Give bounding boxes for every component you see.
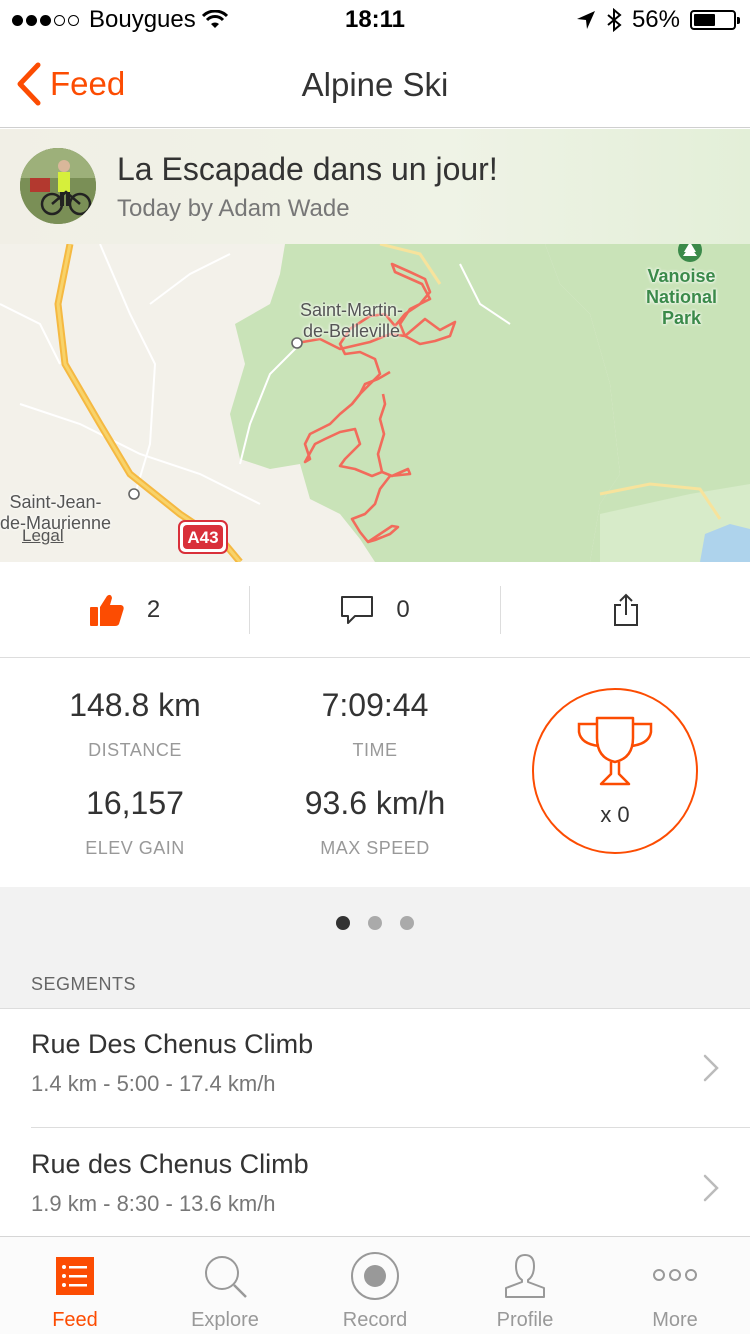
pager-area: SEGMENTS [0,887,750,1009]
highway-shield-label: A43 [187,528,218,547]
avatar-photo [20,148,96,224]
map-label-vanoise: Vanoise National Park [646,266,718,328]
battery-percent: 56% [631,6,680,33]
time-value: 7:09:44 [321,687,429,723]
tab-label: Record [342,1309,408,1331]
page-dot[interactable] [336,916,350,930]
tab-label: Profile [496,1309,554,1331]
page-title: Alpine Ski [301,66,449,103]
location-arrow-icon [576,11,595,29]
search-icon [205,1256,247,1298]
map-legal-link[interactable]: Legal [22,526,64,546]
segment-name: Rue des Chenus Climb [31,1149,309,1179]
tab-explore[interactable]: Explore [150,1237,300,1334]
map-canvas: A43 [0,244,750,562]
max-speed-value: 93.6 km/h [304,785,446,821]
segment-divider [31,1127,750,1128]
more-icon [653,1269,697,1281]
trophy-count: x 0 [600,802,630,827]
battery-icon [690,10,740,30]
thumbs-up-icon [89,594,124,626]
trophy-icon [577,716,653,786]
segment-row[interactable]: Rue Des Chenus Climb 1.4 km - 5:00 - 17.… [0,1009,750,1127]
tab-bar: Feed Explore Record Profile More [0,1236,750,1334]
tab-more[interactable]: More [600,1237,750,1334]
avatar[interactable] [20,148,96,224]
time-label: TIME [352,740,398,760]
kudos-count: 2 [146,596,161,623]
segment-name: Rue Des Chenus Climb [31,1029,314,1059]
activity-subtitle: Today by Adam Wade [117,195,350,222]
profile-icon [505,1254,545,1298]
segment-meta: 1.9 km - 8:30 - 13.6 km/h [31,1191,276,1216]
segments-header: SEGMENTS [31,974,137,994]
record-icon [351,1252,399,1300]
stat-distance: 148.8 km DISTANCE [15,687,255,761]
map-label-saint-martin: Saint-Martin- de-Belleville [300,300,404,341]
tab-label: Explore [191,1309,259,1331]
kudos-button[interactable]: 2 [0,562,249,658]
share-button[interactable] [501,562,750,658]
page-dot[interactable] [368,916,382,930]
stat-elev-gain: 16,157 ELEV GAIN [15,785,255,859]
stat-max-speed: 93.6 km/h MAX SPEED [255,785,495,859]
distance-label: DISTANCE [88,740,182,760]
chevron-right-icon [703,1054,719,1082]
page-indicator[interactable] [0,916,750,930]
saint-jean-marker [128,488,140,500]
elev-gain-value: 16,157 [86,785,184,821]
tab-profile[interactable]: Profile [450,1237,600,1334]
activity-stats[interactable]: 148.8 km DISTANCE 7:09:44 TIME 16,157 EL… [0,659,750,887]
route-map[interactable]: A43 Saint-Martin- de-Belleville Vanoise … [0,244,750,562]
bluetooth-icon [607,8,622,32]
activity-actions: 2 0 [0,562,750,658]
distance-value: 148.8 km [69,687,201,723]
share-icon [613,593,638,626]
battery-fill [694,14,716,26]
page-dot[interactable] [400,916,414,930]
segment-row[interactable]: Rue des Chenus Climb 1.9 km - 8:30 - 13.… [0,1129,750,1247]
comment-icon [341,596,374,624]
comment-count: 0 [396,596,410,623]
tab-label: Feed [52,1309,98,1331]
activity-header[interactable]: La Escapade dans un jour! Today by Adam … [0,129,750,244]
max-speed-label: MAX SPEED [320,838,430,858]
comment-button[interactable]: 0 [250,562,500,658]
segment-meta: 1.4 km - 5:00 - 17.4 km/h [31,1071,276,1096]
stat-time: 7:09:44 TIME [255,687,495,761]
tab-record[interactable]: Record [300,1237,450,1334]
tab-feed[interactable]: Feed [0,1237,150,1334]
status-right: 56% [576,6,740,34]
activity-title: La Escapade dans un jour! [117,151,498,187]
chevron-right-icon [703,1174,719,1202]
achievements-badge[interactable]: x 0 [532,688,698,854]
elev-gain-label: ELEV GAIN [85,838,185,858]
status-bar: Bouygues 18:11 56% [0,0,750,40]
tab-label: More [652,1309,698,1331]
navigation-bar: Feed Alpine Ski [0,40,750,128]
feed-icon [56,1257,94,1295]
